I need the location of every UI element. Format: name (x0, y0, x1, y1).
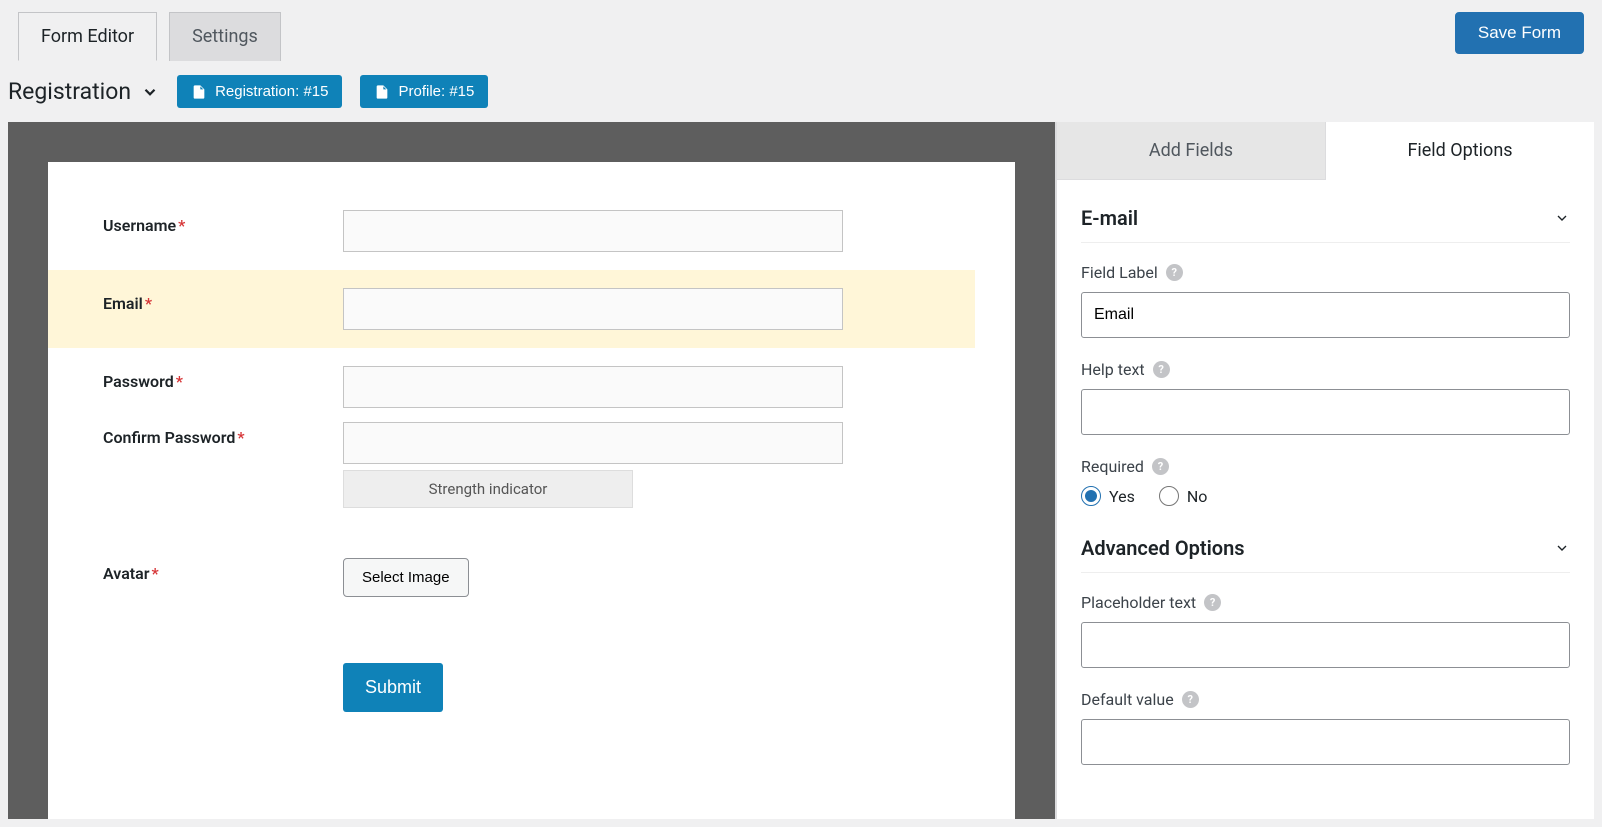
sidebar: Add Fields Field Options E-mail Field La… (1056, 122, 1594, 819)
field-label: Username* (103, 210, 333, 235)
section-title: Advanced Options (1081, 536, 1245, 560)
field-confirm-password[interactable]: Confirm Password* Strength indicator (48, 412, 965, 512)
select-image-button[interactable]: Select Image (343, 558, 469, 597)
field-label: Confirm Password* (103, 422, 333, 447)
tab-add-fields[interactable]: Add Fields (1057, 122, 1326, 179)
confirm-password-input-preview (343, 422, 843, 464)
required-no-option[interactable]: No (1159, 486, 1208, 506)
email-input-preview (343, 288, 843, 330)
required-yes-radio[interactable] (1081, 486, 1101, 506)
section-email[interactable]: E-mail (1081, 198, 1570, 243)
submit-row: Submit (48, 615, 965, 730)
option-label: Placeholder text (1081, 593, 1196, 612)
help-icon[interactable]: ? (1204, 594, 1221, 611)
tab-settings[interactable]: Settings (169, 12, 281, 61)
placeholder-input[interactable] (1081, 622, 1570, 668)
option-label: Field Label (1081, 263, 1158, 282)
tab-field-options[interactable]: Field Options (1326, 122, 1594, 180)
option-label: Default value (1081, 690, 1174, 709)
default-value-input[interactable] (1081, 719, 1570, 765)
help-icon[interactable]: ? (1166, 264, 1183, 281)
required-yes-option[interactable]: Yes (1081, 486, 1135, 506)
chevron-down-icon (1554, 540, 1570, 556)
field-label: Email* (103, 288, 333, 313)
document-icon (191, 84, 207, 100)
section-advanced[interactable]: Advanced Options (1081, 528, 1570, 573)
tab-form-editor[interactable]: Form Editor (18, 12, 157, 61)
submit-button[interactable]: Submit (343, 663, 443, 712)
field-label-input[interactable] (1081, 292, 1570, 338)
chevron-down-icon (141, 83, 159, 101)
form-type-dropdown[interactable]: Registration (8, 78, 159, 105)
form-canvas-scroll[interactable]: Username* Email* Password* (8, 122, 1056, 819)
field-label: Password* (103, 366, 333, 391)
field-email[interactable]: Email* (48, 270, 975, 348)
field-password[interactable]: Password* (48, 348, 965, 412)
help-icon[interactable]: ? (1152, 458, 1169, 475)
option-label: Help text (1081, 360, 1145, 379)
option-label: Required (1081, 457, 1144, 476)
required-no-radio[interactable] (1159, 486, 1179, 506)
sidebar-scroll[interactable]: E-mail Field Label ? Help text ? (1057, 180, 1594, 819)
field-label: Avatar* (103, 558, 333, 583)
field-avatar[interactable]: Avatar* Select Image (48, 540, 965, 615)
registration-page-label: Registration: #15 (215, 83, 328, 100)
password-input-preview (343, 366, 843, 408)
field-username[interactable]: Username* (48, 192, 965, 270)
section-title: E-mail (1081, 206, 1138, 230)
help-text-input[interactable] (1081, 389, 1570, 435)
strength-indicator: Strength indicator (343, 470, 633, 508)
form-canvas: Username* Email* Password* (48, 162, 1015, 819)
save-form-button[interactable]: Save Form (1455, 12, 1584, 54)
profile-page-button[interactable]: Profile: #15 (360, 75, 488, 108)
help-icon[interactable]: ? (1182, 691, 1199, 708)
help-icon[interactable]: ? (1153, 361, 1170, 378)
username-input-preview (343, 210, 843, 252)
document-icon (374, 84, 390, 100)
registration-page-button[interactable]: Registration: #15 (177, 75, 342, 108)
chevron-down-icon (1554, 210, 1570, 226)
form-type-label: Registration (8, 78, 131, 105)
profile-page-label: Profile: #15 (398, 83, 474, 100)
